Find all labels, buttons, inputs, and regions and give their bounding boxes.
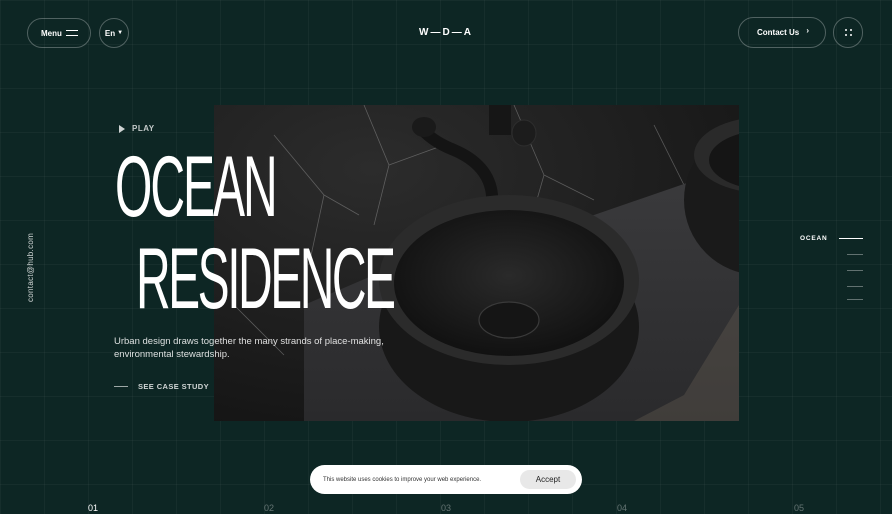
play-icon [119,124,125,133]
cookie-banner: This website uses cookies to improve you… [310,465,582,494]
contact-label: Contact Us [757,28,800,37]
slide-number-4[interactable]: 04 [617,503,627,513]
page-title-line-2: RESIDENCE [136,232,396,328]
case-study-label: SEE CASE STUDY [138,382,210,391]
right-nav-active-label[interactable]: OCEAN [800,235,827,242]
cookie-text: This website uses cookies to improve you… [323,476,482,483]
slide-number-2[interactable]: 02 [264,503,274,513]
slide-number-3[interactable]: 03 [441,503,451,513]
hero-description: Urban design draws together the many str… [114,336,384,360]
play-button[interactable]: PLAY [119,124,155,133]
right-nav-item-active[interactable] [839,238,863,239]
chevron-right-icon: › [806,26,809,35]
page-title-line-1: OCEAN [115,140,278,236]
slide-number-1[interactable]: 01 [88,503,98,513]
right-nav-item[interactable] [847,299,863,300]
right-nav-item[interactable] [847,254,863,255]
slide-number-5[interactable]: 05 [794,503,804,513]
dots-grid-icon [844,29,852,36]
play-label: PLAY [132,124,155,133]
side-email-link[interactable]: contact@hub.com [26,222,35,302]
dash-icon [114,386,128,387]
right-nav-item[interactable] [847,270,863,271]
right-nav-item[interactable] [847,286,863,287]
page: Menu En ▼ W—D—A Contact Us › contact@hub… [0,0,892,514]
contact-button[interactable]: Contact Us › [738,17,826,48]
grid-menu-button[interactable] [833,17,863,48]
see-case-study-link[interactable]: SEE CASE STUDY [114,382,209,391]
accept-cookies-button[interactable]: Accept [520,470,576,489]
